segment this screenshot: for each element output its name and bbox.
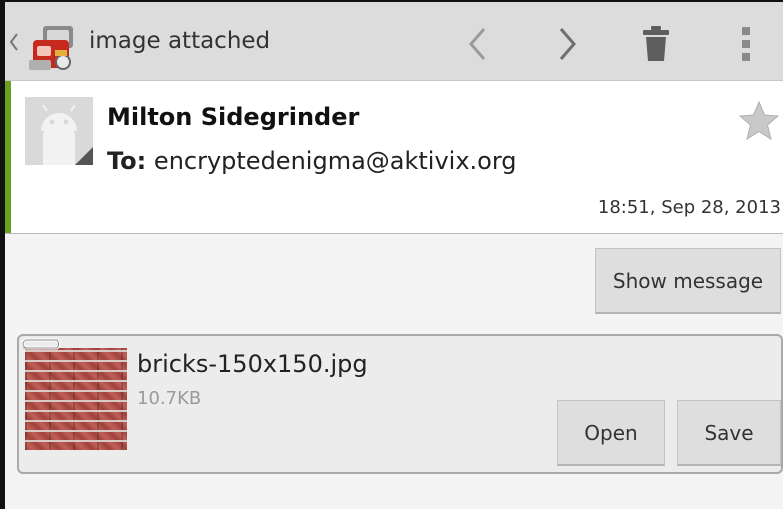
next-message-button[interactable] <box>543 19 593 69</box>
show-message-button[interactable]: Show message <box>595 248 781 314</box>
recipient-line: To: encryptedenigma@aktivix.org <box>107 147 517 175</box>
contact-avatar[interactable] <box>25 97 93 165</box>
app-icon[interactable] <box>25 22 83 72</box>
attachment-card: bricks-150x150.jpg 10.7KB Open Save <box>17 334 783 474</box>
attachment-thumbnail[interactable] <box>25 348 127 450</box>
email-view-screen: image attached Milton Sidegrinder To: en… <box>0 0 783 509</box>
sender-name: Milton Sidegrinder <box>107 103 360 131</box>
previous-message-button[interactable] <box>452 19 502 69</box>
chevron-right-icon <box>559 28 576 60</box>
overflow-menu-icon <box>742 27 750 61</box>
action-bar: image attached <box>5 2 783 81</box>
trash-icon <box>643 26 669 61</box>
star-icon[interactable] <box>737 99 781 143</box>
overflow-menu-button[interactable] <box>721 19 771 69</box>
paperclip-icon <box>21 338 60 350</box>
open-attachment-button[interactable]: Open <box>557 400 665 466</box>
up-caret-icon[interactable] <box>9 32 19 52</box>
message-header: Milton Sidegrinder To: encryptedenigma@a… <box>5 81 783 234</box>
message-datetime: 18:51, Sep 28, 2013 <box>597 197 781 218</box>
attachment-size: 10.7KB <box>137 388 202 409</box>
unread-accent-bar <box>5 81 11 233</box>
save-attachment-button[interactable]: Save <box>677 400 781 466</box>
attachment-filename: bricks-150x150.jpg <box>137 350 368 378</box>
actionbar-title: image attached <box>89 28 271 54</box>
chevron-left-icon <box>469 28 486 60</box>
to-label: To: <box>107 147 147 175</box>
recipient-address: encryptedenigma@aktivix.org <box>153 147 517 175</box>
delete-button[interactable] <box>631 19 681 69</box>
